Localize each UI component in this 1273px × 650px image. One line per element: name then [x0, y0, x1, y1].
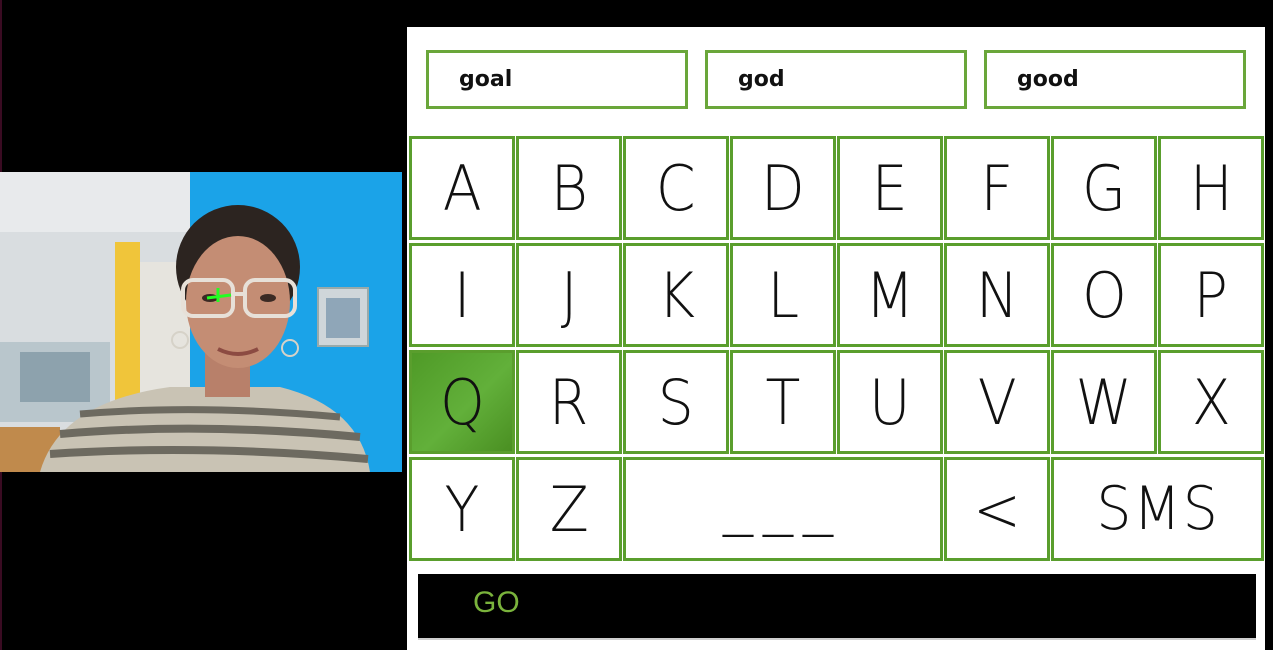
key-label: H — [1189, 151, 1233, 225]
key-label: B — [550, 151, 588, 225]
key-f[interactable]: F — [944, 136, 1050, 240]
go-label: GO — [473, 586, 520, 619]
key-label: U — [869, 365, 911, 439]
key-label: P — [1193, 258, 1229, 332]
key-j[interactable]: J — [516, 243, 622, 347]
suggestion-good[interactable]: good — [984, 50, 1246, 109]
key-label: I — [453, 258, 471, 332]
key-h[interactable]: H — [1158, 136, 1264, 240]
webcam-image — [0, 172, 402, 472]
key-label: ___ — [723, 468, 843, 538]
key-backspace[interactable]: < — [944, 457, 1050, 561]
key-label: O — [1081, 258, 1127, 332]
key-n[interactable]: N — [944, 243, 1050, 347]
key-label: N — [975, 258, 1019, 332]
key-m[interactable]: M — [837, 243, 943, 347]
key-label: X — [1191, 365, 1231, 439]
key-label: E — [871, 151, 909, 225]
go-bar[interactable]: GO — [418, 574, 1256, 640]
key-k[interactable]: K — [623, 243, 729, 347]
key-label: V — [977, 365, 1017, 439]
key-b[interactable]: B — [516, 136, 622, 240]
key-c[interactable]: C — [623, 136, 729, 240]
key-z[interactable]: Z — [516, 457, 622, 561]
key-i[interactable]: I — [409, 243, 515, 347]
key-label: A — [442, 151, 482, 225]
key-o[interactable]: O — [1051, 243, 1157, 347]
key-sms[interactable]: SMS — [1051, 457, 1264, 561]
key-label: Z — [549, 472, 589, 546]
key-r[interactable]: R — [516, 350, 622, 454]
key-label: Q — [439, 365, 485, 439]
key-w[interactable]: W — [1051, 350, 1157, 454]
key-label: < — [973, 472, 1021, 546]
key-y[interactable]: Y — [409, 457, 515, 561]
key-p[interactable]: P — [1158, 243, 1264, 347]
key-label: SMS — [1095, 474, 1220, 544]
key-e[interactable]: E — [837, 136, 943, 240]
key-s[interactable]: S — [623, 350, 729, 454]
key-q-selected[interactable]: Q — [409, 350, 515, 454]
key-l[interactable]: L — [730, 243, 836, 347]
key-label: G — [1081, 151, 1127, 225]
key-label: S — [657, 365, 695, 439]
key-d[interactable]: D — [730, 136, 836, 240]
key-x[interactable]: X — [1158, 350, 1264, 454]
key-label: L — [767, 258, 799, 332]
key-g[interactable]: G — [1051, 136, 1157, 240]
suggestion-goal[interactable]: goal — [426, 50, 688, 109]
key-label: Y — [444, 472, 480, 546]
key-u[interactable]: U — [837, 350, 943, 454]
suggestion-god[interactable]: god — [705, 50, 967, 109]
key-label: R — [549, 365, 589, 439]
key-label: K — [657, 258, 695, 332]
key-label: W — [1075, 365, 1133, 439]
key-a[interactable]: A — [409, 136, 515, 240]
key-label: D — [761, 151, 805, 225]
key-label: C — [656, 151, 696, 225]
key-t[interactable]: T — [730, 350, 836, 454]
key-space[interactable]: ___ — [623, 457, 943, 561]
key-label: M — [865, 258, 915, 332]
key-label: F — [980, 151, 1014, 225]
eye-typing-keyboard-panel: goal god good A B C D E F G H I J K L M … — [407, 27, 1265, 650]
key-label: J — [560, 258, 578, 332]
key-v[interactable]: V — [944, 350, 1050, 454]
key-label: T — [765, 365, 801, 439]
webcam-preview — [0, 172, 402, 472]
